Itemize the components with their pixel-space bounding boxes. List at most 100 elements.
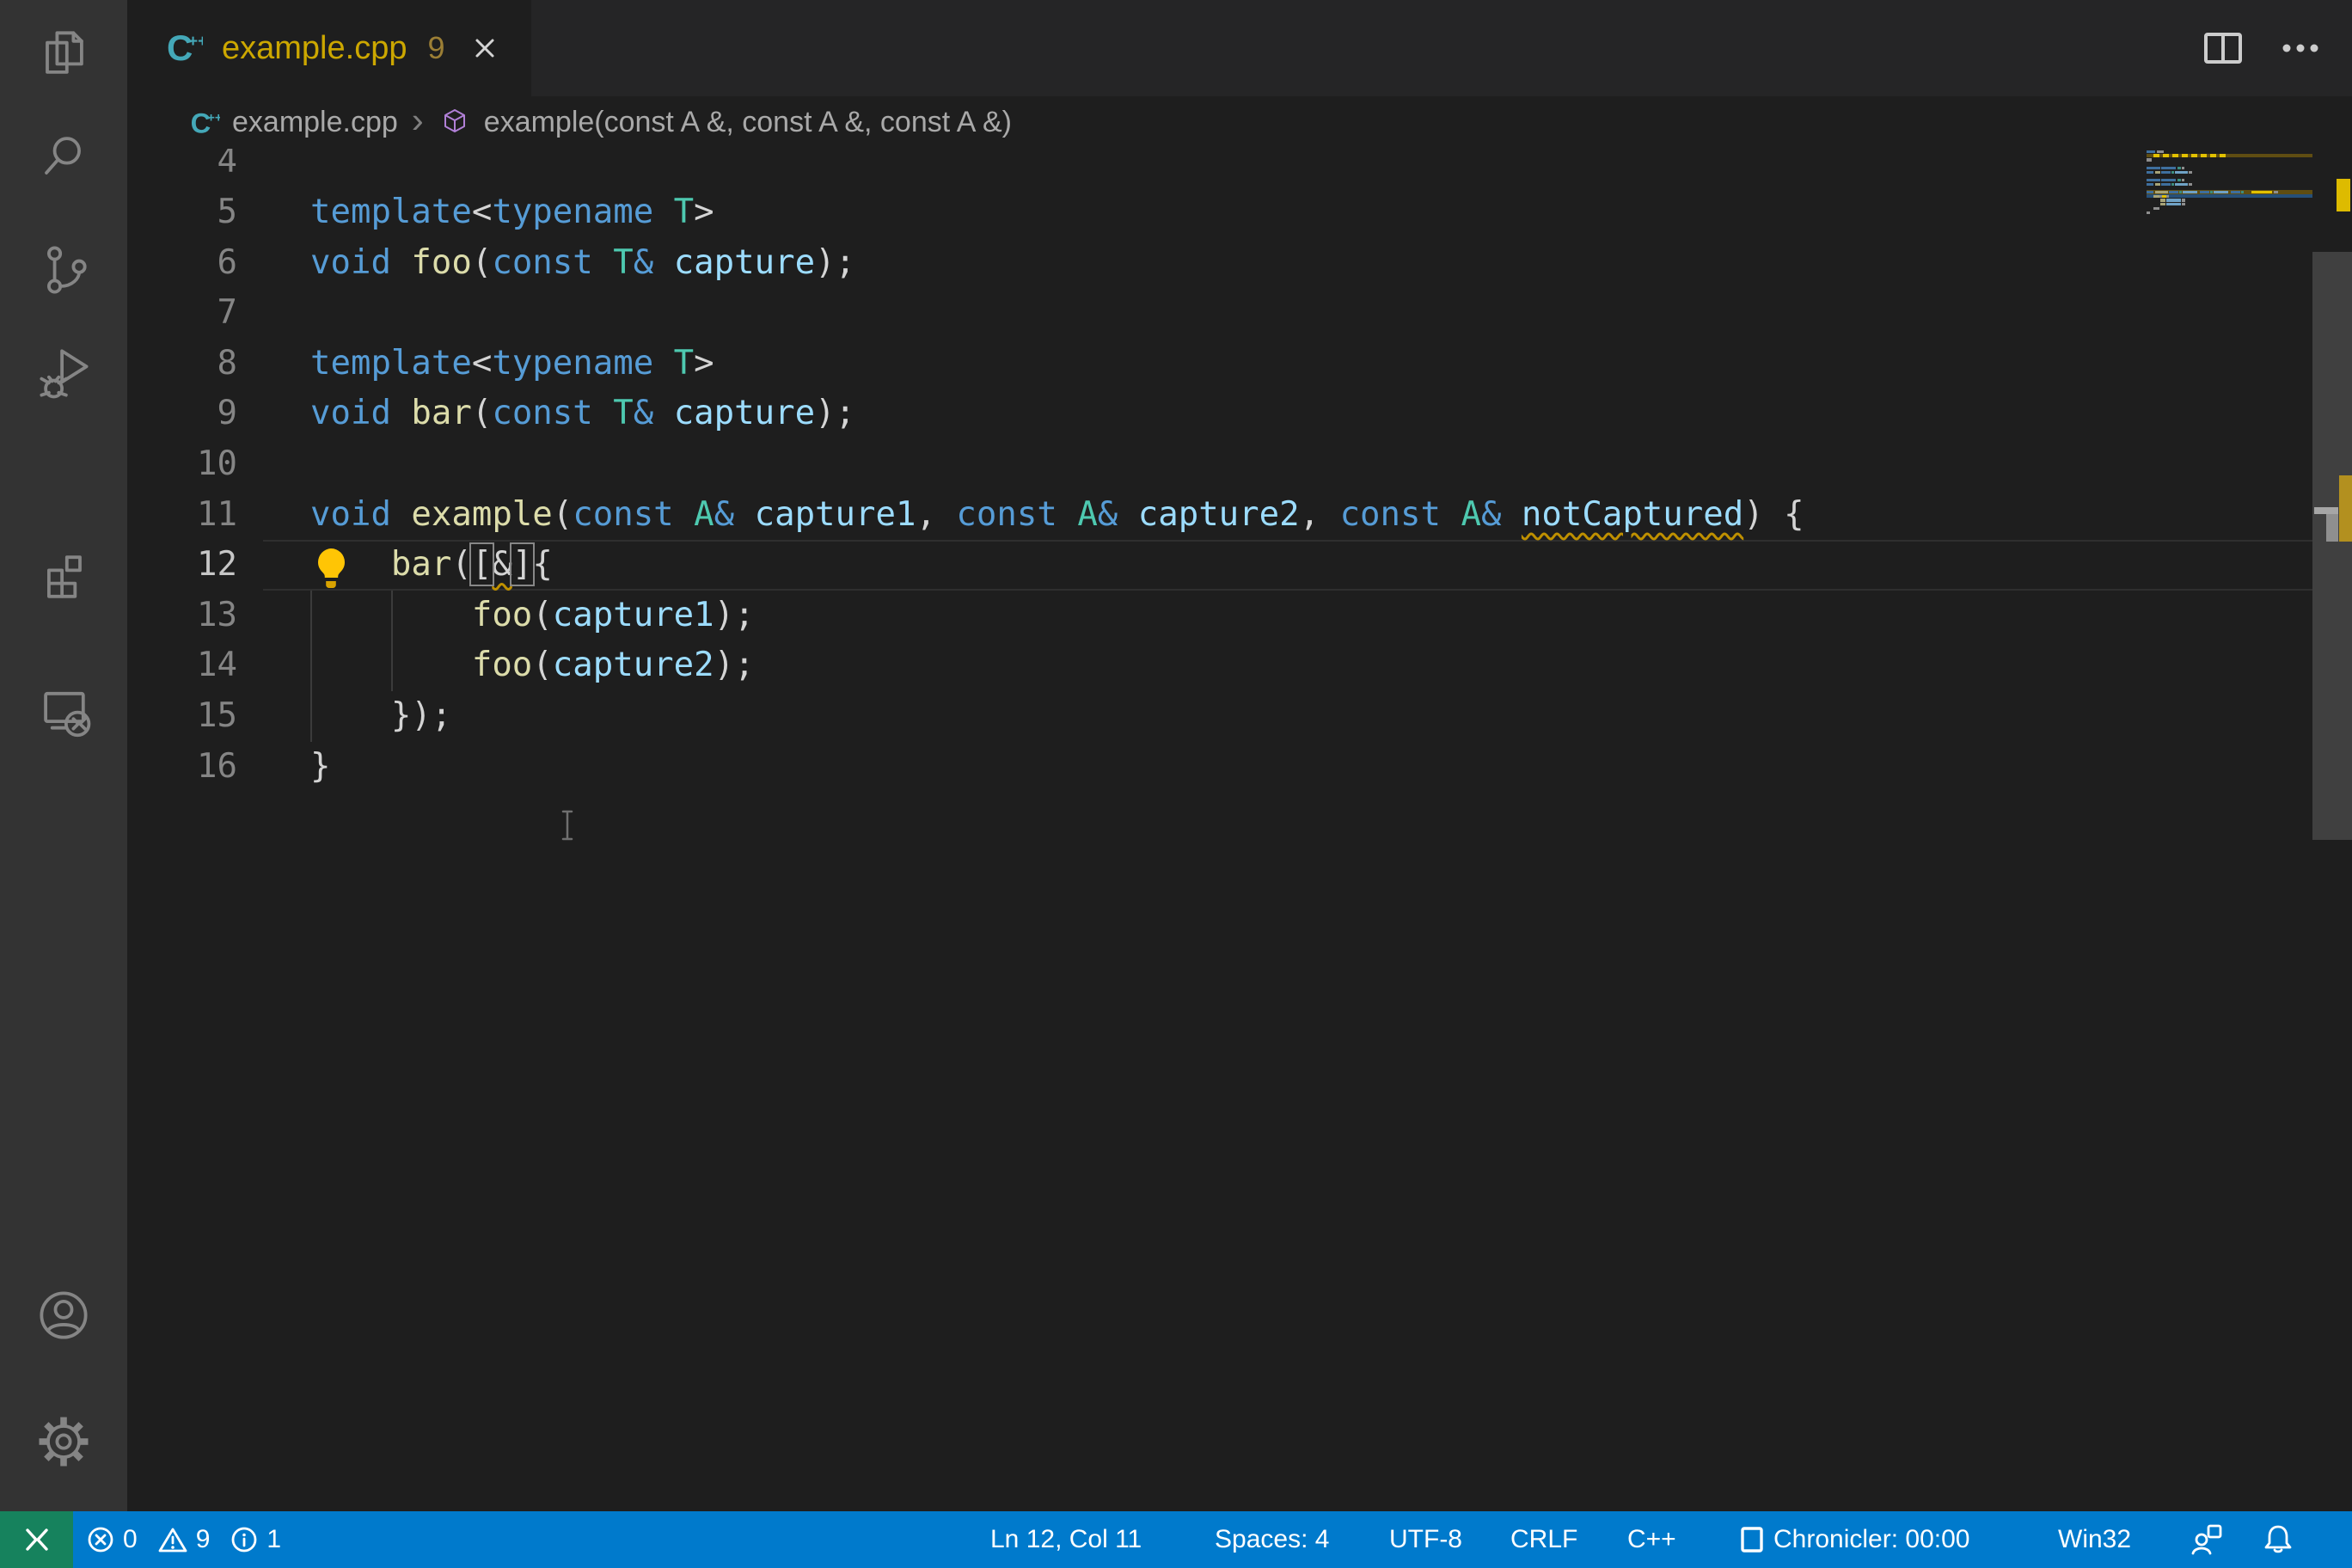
minimap-row <box>2147 211 2150 214</box>
code-line-8[interactable]: template<typename T> <box>310 339 714 389</box>
lightbulb-icon[interactable] <box>311 547 351 590</box>
more-actions-icon[interactable] <box>2280 29 2321 67</box>
info-count: 1 <box>266 1525 281 1554</box>
indentation-status[interactable]: Spaces: 4 <box>1215 1511 1329 1568</box>
split-editor-icon[interactable] <box>2202 29 2244 67</box>
code-line-5[interactable]: template<typename T> <box>310 187 714 238</box>
account-icon <box>31 1283 96 1348</box>
cpp-file-icon: C ++ <box>165 29 203 67</box>
minimap-row <box>2153 207 2159 210</box>
code-editor[interactable]: 45678910111213141516 template<typename T… <box>127 149 2352 1511</box>
vertical-scrollbar[interactable] <box>2312 149 2352 1511</box>
line-number-15[interactable]: 15 <box>127 691 237 742</box>
minimap-row <box>2161 179 2176 181</box>
svg-text:++: ++ <box>207 111 220 125</box>
line-number-10[interactable]: 10 <box>127 439 237 490</box>
tab-example-cpp[interactable]: C ++ example.cpp 9 <box>127 0 531 96</box>
warning-count: 9 <box>196 1525 211 1554</box>
line-number-9[interactable]: 9 <box>127 389 237 439</box>
search-icon <box>31 125 96 190</box>
line-number-12[interactable]: 12 <box>127 540 237 591</box>
breadcrumb-symbol[interactable]: example(const A &, const A &, const A &) <box>484 106 1012 139</box>
minimap-row <box>2169 191 2178 193</box>
code-line-16[interactable]: } <box>310 742 330 793</box>
svg-text:++: ++ <box>188 33 203 51</box>
remote-indicator[interactable] <box>0 1511 73 1568</box>
line-number-13[interactable]: 13 <box>127 591 237 641</box>
minimap-row <box>2155 191 2168 193</box>
chronicler-status[interactable]: Chronicler: 00:00 <box>1739 1511 1969 1568</box>
line-number-8[interactable]: 8 <box>127 339 237 389</box>
scrollbar-slider[interactable] <box>2312 252 2352 840</box>
minimap-row <box>2157 150 2164 153</box>
overview-warning-marker <box>2337 179 2350 211</box>
minimap-row <box>2179 191 2182 193</box>
overview-warning-marker <box>2339 475 2352 542</box>
minimap-row <box>2171 183 2174 186</box>
sidebar-item-remote-explorer[interactable] <box>0 659 127 754</box>
code-line-6[interactable]: void foo(const T& capture); <box>310 238 855 289</box>
warning-icon <box>157 1525 188 1554</box>
minimap-row <box>2160 203 2165 205</box>
remote-window-icon <box>21 1523 53 1556</box>
minimap-row <box>2147 150 2155 153</box>
sidebar-item-run-debug[interactable] <box>0 325 127 420</box>
minimap-row <box>2182 167 2184 169</box>
feedback-status[interactable] <box>2188 1511 2224 1568</box>
minimap-row <box>2210 191 2213 193</box>
code-line-9[interactable]: void bar(const T& capture); <box>310 389 855 439</box>
language-mode-status[interactable]: C++ <box>1627 1511 1676 1568</box>
minimap-row <box>2189 183 2192 186</box>
platform-status[interactable]: Win32 <box>2058 1511 2131 1568</box>
encoding-status[interactable]: UTF-8 <box>1389 1511 1462 1568</box>
line-number-14[interactable]: 14 <box>127 640 237 691</box>
code-line-15[interactable]: }); <box>310 691 451 742</box>
minimap-row <box>2177 179 2181 181</box>
eol-status[interactable]: CRLF <box>1510 1511 1577 1568</box>
line-number-5[interactable]: 5 <box>127 187 237 238</box>
sidebar-item-source-control[interactable] <box>0 223 127 317</box>
minimap-warning-square <box>2210 154 2216 157</box>
line-number-4[interactable]: 4 <box>127 149 237 187</box>
minimap-row <box>2251 191 2272 193</box>
sidebar-item-settings[interactable] <box>0 1394 127 1489</box>
vscode-window: C ++ example.cpp 9 C ++ <box>0 0 2352 1568</box>
problems-status[interactable]: 0 9 1 <box>86 1511 293 1568</box>
minimap-row <box>2171 171 2174 174</box>
minimap-line-highlight <box>2147 154 2312 157</box>
tab-bar: C ++ example.cpp 9 <box>127 0 2352 96</box>
code-line-14[interactable]: foo(capture2); <box>310 640 755 691</box>
minimap-warning-square <box>2201 154 2207 157</box>
extensions-icon <box>31 544 96 609</box>
minimap-row <box>2147 179 2160 181</box>
line-number-6[interactable]: 6 <box>127 238 237 289</box>
line-number-11[interactable]: 11 <box>127 490 237 541</box>
code-line-13[interactable]: foo(capture1); <box>310 591 755 641</box>
close-icon <box>471 34 499 62</box>
line-number-7[interactable]: 7 <box>127 288 237 339</box>
minimap-row <box>2166 199 2181 201</box>
minimap-row <box>2175 171 2188 174</box>
overview-cursor-marker <box>2326 514 2338 542</box>
error-icon <box>86 1525 115 1554</box>
sidebar-item-search[interactable] <box>0 110 127 205</box>
code-line-11[interactable]: void example(const A& capture1, const A&… <box>310 490 1804 541</box>
minimap[interactable] <box>2147 149 2312 1511</box>
tab-close-button[interactable] <box>471 34 499 62</box>
minimap-line-highlight <box>2147 194 2312 198</box>
minimap-row <box>2182 179 2184 181</box>
cursor-position-status[interactable]: Ln 12, Col 11 <box>990 1511 1142 1568</box>
sidebar-item-accounts[interactable] <box>0 1268 127 1363</box>
minimap-row <box>2147 191 2153 193</box>
line-number-16[interactable]: 16 <box>127 742 237 793</box>
minimap-row <box>2160 199 2165 201</box>
minimap-row <box>2177 167 2181 169</box>
sidebar-item-extensions[interactable] <box>0 530 127 624</box>
breadcrumb: C ++ example.cpp › example(const A &, co… <box>127 96 2352 149</box>
notifications-status[interactable] <box>2261 1511 2295 1568</box>
minimap-row <box>2155 171 2160 174</box>
files-icon <box>31 21 96 87</box>
sidebar-item-explorer[interactable] <box>0 7 127 101</box>
person-feedback-icon <box>2188 1522 2224 1558</box>
breadcrumb-file[interactable]: example.cpp <box>232 106 398 139</box>
